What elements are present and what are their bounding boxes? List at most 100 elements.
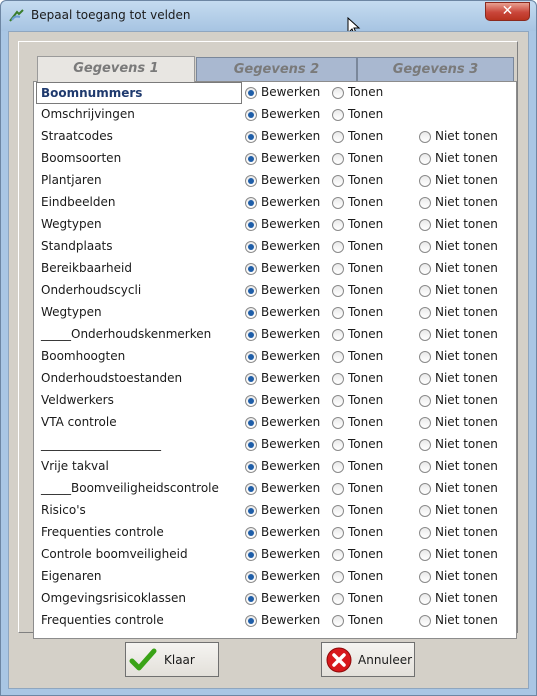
radio-edit-label[interactable]: Bewerken [261,371,320,385]
ok-button[interactable]: Klaar [125,642,219,677]
radio-show-label[interactable]: Tonen [348,195,383,209]
radio-edit[interactable] [245,505,257,517]
radio-edit-label[interactable]: Bewerken [261,195,320,209]
radio-show-label[interactable]: Tonen [348,173,383,187]
field-name[interactable]: Controle boomveiligheid [41,547,188,561]
radio-show-label[interactable]: Tonen [348,151,383,165]
radio-edit[interactable] [245,615,257,627]
radio-show-label[interactable]: Tonen [348,613,383,627]
radio-edit[interactable] [245,241,257,253]
radio-edit-label[interactable]: Bewerken [261,503,320,517]
field-name[interactable]: Eigenaren [41,569,102,583]
radio-edit[interactable] [245,87,257,99]
radio-show[interactable] [332,87,344,99]
radio-hide-label[interactable]: Niet tonen [435,173,498,187]
radio-edit-label[interactable]: Bewerken [261,569,320,583]
radio-hide[interactable] [419,615,431,627]
radio-show-label[interactable]: Tonen [348,481,383,495]
radio-hide[interactable] [419,219,431,231]
radio-hide[interactable] [419,263,431,275]
radio-hide-label[interactable]: Niet tonen [435,283,498,297]
radio-show[interactable] [332,439,344,451]
radio-edit[interactable] [245,417,257,429]
radio-show[interactable] [332,329,344,341]
radio-edit-label[interactable]: Bewerken [261,591,320,605]
radio-show[interactable] [332,241,344,253]
radio-edit-label[interactable]: Bewerken [261,327,320,341]
radio-edit[interactable] [245,483,257,495]
radio-hide[interactable] [419,329,431,341]
radio-hide-label[interactable]: Niet tonen [435,305,498,319]
radio-show-label[interactable]: Tonen [348,283,383,297]
radio-show-label[interactable]: Tonen [348,415,383,429]
radio-show-label[interactable]: Tonen [348,107,383,121]
radio-edit-label[interactable]: Bewerken [261,613,320,627]
radio-show[interactable] [332,285,344,297]
radio-edit-label[interactable]: Bewerken [261,173,320,187]
radio-hide-label[interactable]: Niet tonen [435,613,498,627]
radio-edit[interactable] [245,351,257,363]
radio-edit-label[interactable]: Bewerken [261,459,320,473]
tab-gegevens-1[interactable]: Gegevens 1 [37,56,195,82]
radio-edit-label[interactable]: Bewerken [261,481,320,495]
radio-show[interactable] [332,153,344,165]
radio-show-label[interactable]: Tonen [348,327,383,341]
radio-hide[interactable] [419,395,431,407]
radio-edit-label[interactable]: Bewerken [261,283,320,297]
radio-hide[interactable] [419,307,431,319]
radio-hide[interactable] [419,571,431,583]
field-name[interactable]: _____Boomveiligheidscontrole [41,481,219,495]
radio-hide-label[interactable]: Niet tonen [435,569,498,583]
radio-show[interactable] [332,307,344,319]
radio-hide-label[interactable]: Niet tonen [435,371,498,385]
radio-show[interactable] [332,395,344,407]
radio-edit-label[interactable]: Bewerken [261,437,320,451]
field-name[interactable]: Eindbeelden [41,195,115,209]
radio-show[interactable] [332,109,344,121]
radio-show-label[interactable]: Tonen [348,129,383,143]
radio-hide[interactable] [419,373,431,385]
radio-hide[interactable] [419,527,431,539]
radio-edit[interactable] [245,571,257,583]
radio-hide-label[interactable]: Niet tonen [435,547,498,561]
field-name[interactable]: Omschrijvingen [41,107,135,121]
radio-edit[interactable] [245,395,257,407]
radio-hide[interactable] [419,417,431,429]
radio-edit-label[interactable]: Bewerken [261,85,320,99]
radio-edit-label[interactable]: Bewerken [261,107,320,121]
radio-show-label[interactable]: Tonen [348,591,383,605]
radio-hide[interactable] [419,175,431,187]
radio-show[interactable] [332,351,344,363]
radio-show[interactable] [332,417,344,429]
radio-show-label[interactable]: Tonen [348,569,383,583]
radio-hide[interactable] [419,483,431,495]
radio-edit-label[interactable]: Bewerken [261,217,320,231]
field-name[interactable]: Bereikbaarheid [41,261,132,275]
radio-show[interactable] [332,505,344,517]
field-name[interactable]: Boomsoorten [41,151,121,165]
radio-show[interactable] [332,571,344,583]
radio-edit[interactable] [245,373,257,385]
field-name[interactable]: Frequenties controle [41,613,164,627]
radio-show-label[interactable]: Tonen [348,239,383,253]
radio-edit-label[interactable]: Bewerken [261,393,320,407]
radio-edit[interactable] [245,593,257,605]
field-name[interactable]: ____________________ [41,437,161,451]
radio-edit[interactable] [245,329,257,341]
field-name[interactable]: Wegtypen [41,217,102,231]
radio-show-label[interactable]: Tonen [348,503,383,517]
radio-hide[interactable] [419,461,431,473]
radio-show-label[interactable]: Tonen [348,85,383,99]
radio-show-label[interactable]: Tonen [348,459,383,473]
radio-show[interactable] [332,615,344,627]
radio-hide-label[interactable]: Niet tonen [435,129,498,143]
radio-show[interactable] [332,483,344,495]
field-name[interactable]: Veldwerkers [41,393,114,407]
radio-hide[interactable] [419,241,431,253]
radio-hide-label[interactable]: Niet tonen [435,151,498,165]
radio-hide-label[interactable]: Niet tonen [435,591,498,605]
radio-hide-label[interactable]: Niet tonen [435,525,498,539]
field-name[interactable]: Onderhoudscycli [41,283,141,297]
field-name[interactable]: Wegtypen [41,305,102,319]
radio-edit-label[interactable]: Bewerken [261,151,320,165]
